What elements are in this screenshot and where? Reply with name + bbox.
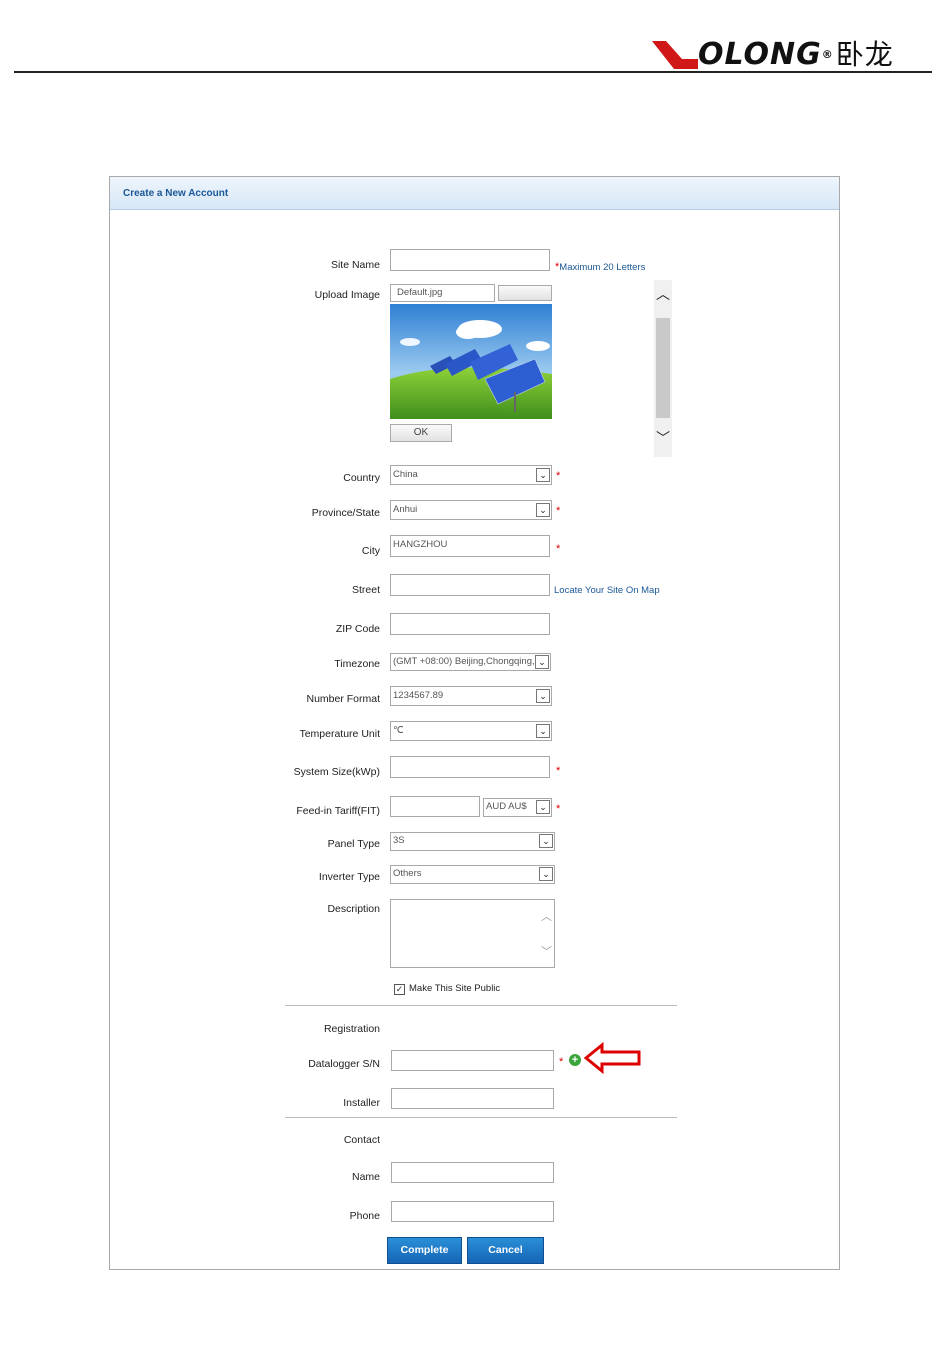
site-name-label: Site Name [330, 259, 380, 271]
currency-select[interactable]: AUD AU$ ⌄ [483, 798, 552, 817]
required-mark: * [556, 470, 561, 482]
section-divider [285, 1005, 677, 1006]
zip-input[interactable] [390, 613, 550, 635]
timezone-label: Timezone [334, 658, 380, 670]
contact-heading: Contact [343, 1134, 380, 1146]
upload-file-input[interactable]: Default.jpg [390, 284, 495, 302]
ok-button[interactable]: OK [390, 424, 452, 442]
required-mark: * [556, 803, 561, 815]
logo-registered-mark: ® [821, 48, 834, 61]
panel-header: Create a New Account [110, 177, 839, 210]
number-format-label: Number Format [306, 693, 380, 705]
number-format-value: 1234567.89 [393, 690, 444, 701]
chevron-down-icon[interactable]: ⌄ [536, 468, 550, 482]
country-value: China [393, 469, 418, 480]
installer-input[interactable] [391, 1088, 554, 1109]
complete-button[interactable]: Complete [387, 1237, 462, 1264]
system-size-label: System Size(kWp) [293, 766, 380, 778]
temperature-unit-label: Temperature Unit [299, 728, 380, 740]
chevron-down-icon[interactable]: ⌄ [539, 867, 553, 881]
site-image-preview [390, 304, 552, 419]
temperature-unit-value: ℃ [393, 725, 404, 736]
locate-on-map-link[interactable]: Locate Your Site On Map [554, 585, 660, 596]
installer-label: Installer [343, 1097, 380, 1109]
inverter-type-select[interactable]: Others ⌄ [390, 865, 555, 884]
panel-type-label: Panel Type [327, 838, 380, 850]
browse-button[interactable] [498, 285, 552, 301]
timezone-select[interactable]: (GMT +08:00) Beijing,Chongqing,H ⌄ [390, 653, 551, 671]
contact-name-input[interactable] [391, 1162, 554, 1183]
city-input[interactable]: HANGZHOU [390, 535, 550, 557]
description-textarea[interactable]: ︿ ﹀ [390, 899, 555, 968]
registration-heading: Registration [323, 1023, 380, 1035]
description-label: Description [327, 903, 380, 915]
section-divider [285, 1117, 677, 1118]
scrollbar-thumb[interactable] [656, 318, 670, 418]
logo-text: OLONG [698, 37, 822, 72]
temperature-unit-select[interactable]: ℃ ⌄ [390, 721, 552, 741]
chevron-down-icon[interactable]: ⌄ [539, 834, 553, 848]
textarea-scroll-up-icon[interactable]: ︿ [541, 908, 552, 924]
province-label: Province/State [311, 507, 380, 519]
province-value: Anhui [393, 504, 418, 515]
chevron-down-icon[interactable]: ⌄ [536, 689, 550, 703]
make-public-checkbox[interactable]: ✓ [394, 984, 405, 995]
required-mark: * [556, 505, 561, 517]
inverter-type-value: Others [393, 868, 422, 879]
required-mark: * [556, 543, 561, 555]
required-mark: * [556, 765, 561, 777]
header-rule [14, 71, 932, 73]
chevron-down-icon[interactable]: ⌄ [536, 800, 550, 814]
create-account-panel: Create a New Account Site Name * Maximum … [109, 176, 840, 1270]
datalogger-input[interactable] [391, 1050, 554, 1071]
upload-scrollbar[interactable]: ︿ ﹀ [654, 280, 672, 457]
street-input[interactable] [390, 574, 550, 596]
upload-image-label: Upload Image [314, 289, 380, 301]
chevron-down-icon[interactable]: ⌄ [536, 503, 550, 517]
panel-type-select[interactable]: 3S ⌄ [390, 832, 555, 851]
site-name-hint: Maximum 20 Letters [559, 262, 646, 273]
site-name-input[interactable] [390, 249, 550, 271]
timezone-value: (GMT +08:00) Beijing,Chongqing,H [393, 656, 542, 667]
cancel-button[interactable]: Cancel [467, 1237, 544, 1264]
scroll-down-icon[interactable]: ﹀ [656, 428, 670, 448]
add-datalogger-icon[interactable]: + [569, 1054, 581, 1066]
required-mark: * [559, 1056, 564, 1068]
name-label: Name [351, 1171, 380, 1183]
annotation-arrow-icon [584, 1042, 641, 1074]
contact-phone-input[interactable] [391, 1201, 554, 1222]
feed-in-tariff-label: Feed-in Tariff(FIT) [296, 805, 380, 817]
street-label: Street [351, 584, 380, 596]
country-select[interactable]: China ⌄ [390, 465, 552, 485]
inverter-type-label: Inverter Type [318, 871, 380, 883]
make-public-label: Make This Site Public [409, 983, 501, 994]
country-label: Country [343, 472, 380, 484]
logo-mark-icon [652, 41, 698, 69]
zip-label: ZIP Code [335, 623, 380, 635]
solar-panels-image [390, 304, 552, 419]
scroll-up-icon[interactable]: ︿ [656, 284, 670, 304]
logo-chinese: 卧龙 [835, 38, 894, 71]
panel-title: Create a New Account [123, 188, 229, 199]
panel-type-value: 3S [393, 835, 405, 846]
system-size-input[interactable] [390, 756, 550, 778]
feed-in-tariff-input[interactable] [390, 796, 480, 817]
chevron-down-icon[interactable]: ⌄ [536, 724, 550, 738]
city-label: City [361, 545, 380, 557]
chevron-down-icon[interactable]: ⌄ [535, 655, 549, 669]
datalogger-label: Datalogger S/N [308, 1058, 380, 1070]
textarea-scroll-down-icon[interactable]: ﹀ [541, 943, 552, 959]
phone-label: Phone [349, 1210, 380, 1222]
currency-value: AUD AU$ [486, 801, 527, 812]
number-format-select[interactable]: 1234567.89 ⌄ [390, 686, 552, 706]
province-select[interactable]: Anhui ⌄ [390, 500, 552, 520]
